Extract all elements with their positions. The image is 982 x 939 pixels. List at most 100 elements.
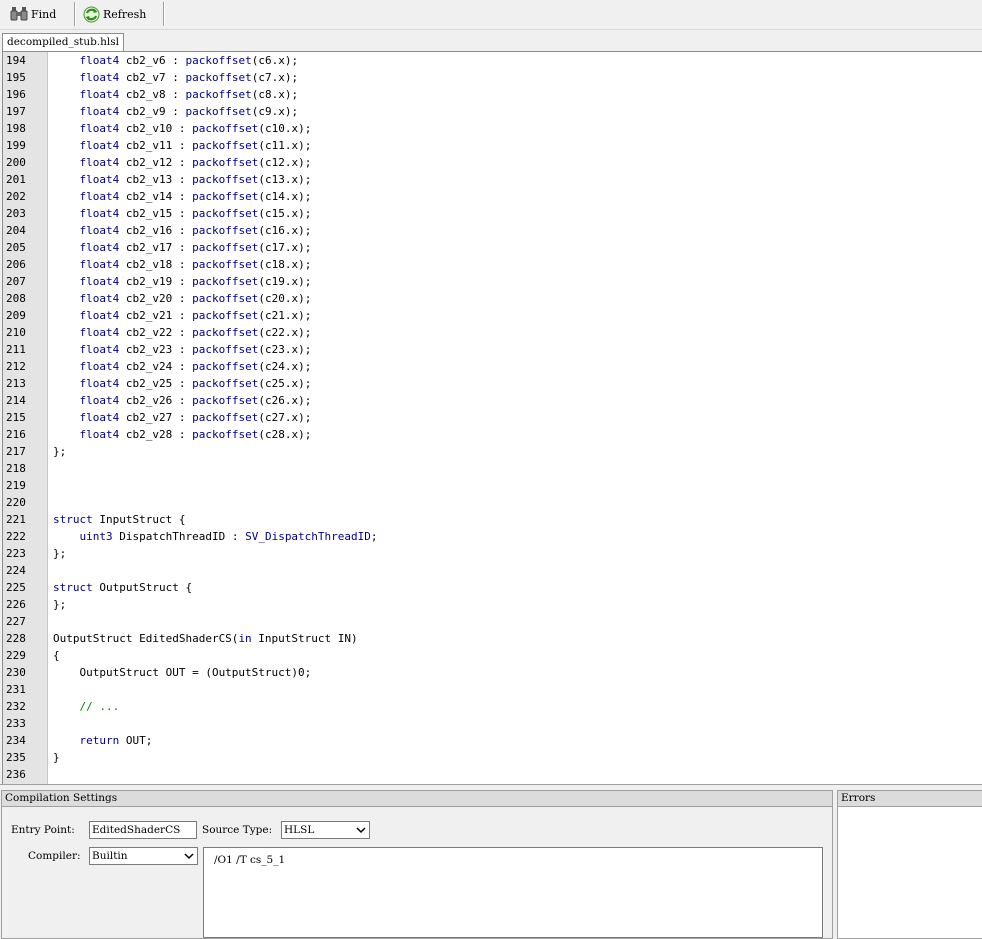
line-code: float4 cb2_v8 : packoffset(c8.x); <box>53 86 299 103</box>
code-keyword: packoffset <box>185 54 252 67</box>
source-type-label: Source Type: <box>202 824 273 836</box>
line-number: 200 <box>6 156 26 169</box>
compiler-select[interactable]: Builtin <box>89 847 198 865</box>
compilation-settings-panel: Compilation Settings Entry Point: Edited… <box>1 790 833 939</box>
code-text: (c9.x); <box>251 105 299 118</box>
code-text: (c18.x); <box>258 258 312 271</box>
code-text: cb2_v14 : <box>119 190 193 203</box>
line-code: float4 cb2_v18 : packoffset(c18.x); <box>53 256 312 273</box>
code-text: (c15.x); <box>258 207 312 220</box>
line-code: float4 cb2_v26 : packoffset(c26.x); <box>53 392 312 409</box>
code-keyword: packoffset <box>192 377 259 390</box>
code-text: cb2_v15 : <box>119 207 193 220</box>
entry-point-input[interactable]: EditedShaderCS <box>89 821 197 839</box>
code-text: (c16.x); <box>258 224 312 237</box>
errors-title: Errors <box>838 791 982 807</box>
code-keyword: packoffset <box>192 173 259 186</box>
code-text: (c11.x); <box>258 139 312 152</box>
line-number: 231 <box>6 683 26 696</box>
line-code: float4 cb2_v19 : packoffset(c19.x); <box>53 273 312 290</box>
compiler-value: Builtin <box>92 850 128 862</box>
code-keyword: packoffset <box>192 190 259 203</box>
code-keyword: float4 <box>79 275 120 288</box>
code-keyword: packoffset <box>192 326 259 339</box>
code-text: }; <box>53 547 67 560</box>
code-keyword: packoffset <box>192 343 259 356</box>
line-code: float4 cb2_v7 : packoffset(c7.x); <box>53 69 299 86</box>
line-code: float4 cb2_v10 : packoffset(c10.x); <box>53 120 312 137</box>
code-text: cb2_v13 : <box>119 173 193 186</box>
line-number: 215 <box>6 411 26 424</box>
line-number: 195 <box>6 71 26 84</box>
toolbar-separator <box>74 2 76 26</box>
code-text: (c8.x); <box>251 88 299 101</box>
line-number: 197 <box>6 105 26 118</box>
code-text: (c25.x); <box>258 377 312 390</box>
code-keyword: packoffset <box>185 105 252 118</box>
toolbar-separator <box>163 2 165 26</box>
line-number: 208 <box>6 292 26 305</box>
line-code: float4 cb2_v22 : packoffset(c22.x); <box>53 324 312 341</box>
line-code: float4 cb2_v9 : packoffset(c9.x); <box>53 103 299 120</box>
refresh-button[interactable]: Refresh <box>83 2 146 26</box>
source-type-select[interactable]: HLSL <box>281 821 370 839</box>
code-keyword: packoffset <box>185 88 252 101</box>
line-number: 226 <box>6 598 26 611</box>
line-number: 205 <box>6 241 26 254</box>
line-number: 202 <box>6 190 26 203</box>
line-number: 212 <box>6 360 26 373</box>
line-number: 214 <box>6 394 26 407</box>
tab-decompiled-stub[interactable]: decompiled_stub.hlsl <box>2 33 125 52</box>
code-keyword: float4 <box>79 122 120 135</box>
line-code: float4 cb2_v12 : packoffset(c12.x); <box>53 154 312 171</box>
code-keyword: packoffset <box>192 241 259 254</box>
code-text: OutputStruct { <box>92 581 193 594</box>
code-keyword: packoffset <box>192 156 259 169</box>
line-number: 210 <box>6 326 26 339</box>
compiler-label: Compiler: <box>28 850 81 862</box>
code-text: (c24.x); <box>258 360 312 373</box>
line-number: 234 <box>6 734 26 747</box>
line-number: 196 <box>6 88 26 101</box>
code-text: cb2_v6 : <box>119 54 186 67</box>
code-text: InputStruct { <box>92 513 186 526</box>
binoculars-icon <box>10 7 28 21</box>
code-keyword: float4 <box>79 71 120 84</box>
line-code: struct InputStruct { <box>53 511 185 528</box>
code-keyword: float4 <box>79 258 120 271</box>
code-keyword: packoffset <box>192 258 259 271</box>
line-number: 211 <box>6 343 26 356</box>
compiler-flags-textarea[interactable]: /O1 /T cs_5_1 <box>203 847 823 938</box>
errors-panel: Errors <box>837 790 982 939</box>
code-keyword: float4 <box>79 360 120 373</box>
line-number: 227 <box>6 615 26 628</box>
find-button[interactable]: Find <box>10 2 56 26</box>
code-keyword: float4 <box>79 411 120 424</box>
code-editor[interactable]: 194 float4 cb2_v6 : packoffset(c6.x); 195… <box>2 51 982 784</box>
line-code: { <box>53 647 60 664</box>
code-keyword: float4 <box>79 292 120 305</box>
line-code: float4 cb2_v27 : packoffset(c27.x); <box>53 409 312 426</box>
code-keyword: float4 <box>79 224 120 237</box>
refresh-label: Refresh <box>103 7 147 21</box>
code-text: OutputStruct OUT = (OutputStruct)0; <box>53 666 312 679</box>
source-type-value: HLSL <box>284 824 315 836</box>
code-text: (c27.x); <box>258 411 312 424</box>
line-number: 228 <box>6 632 26 645</box>
line-code: uint3 DispatchThreadID : SV_DispatchThre… <box>53 528 378 545</box>
code-keyword: packoffset <box>192 275 259 288</box>
